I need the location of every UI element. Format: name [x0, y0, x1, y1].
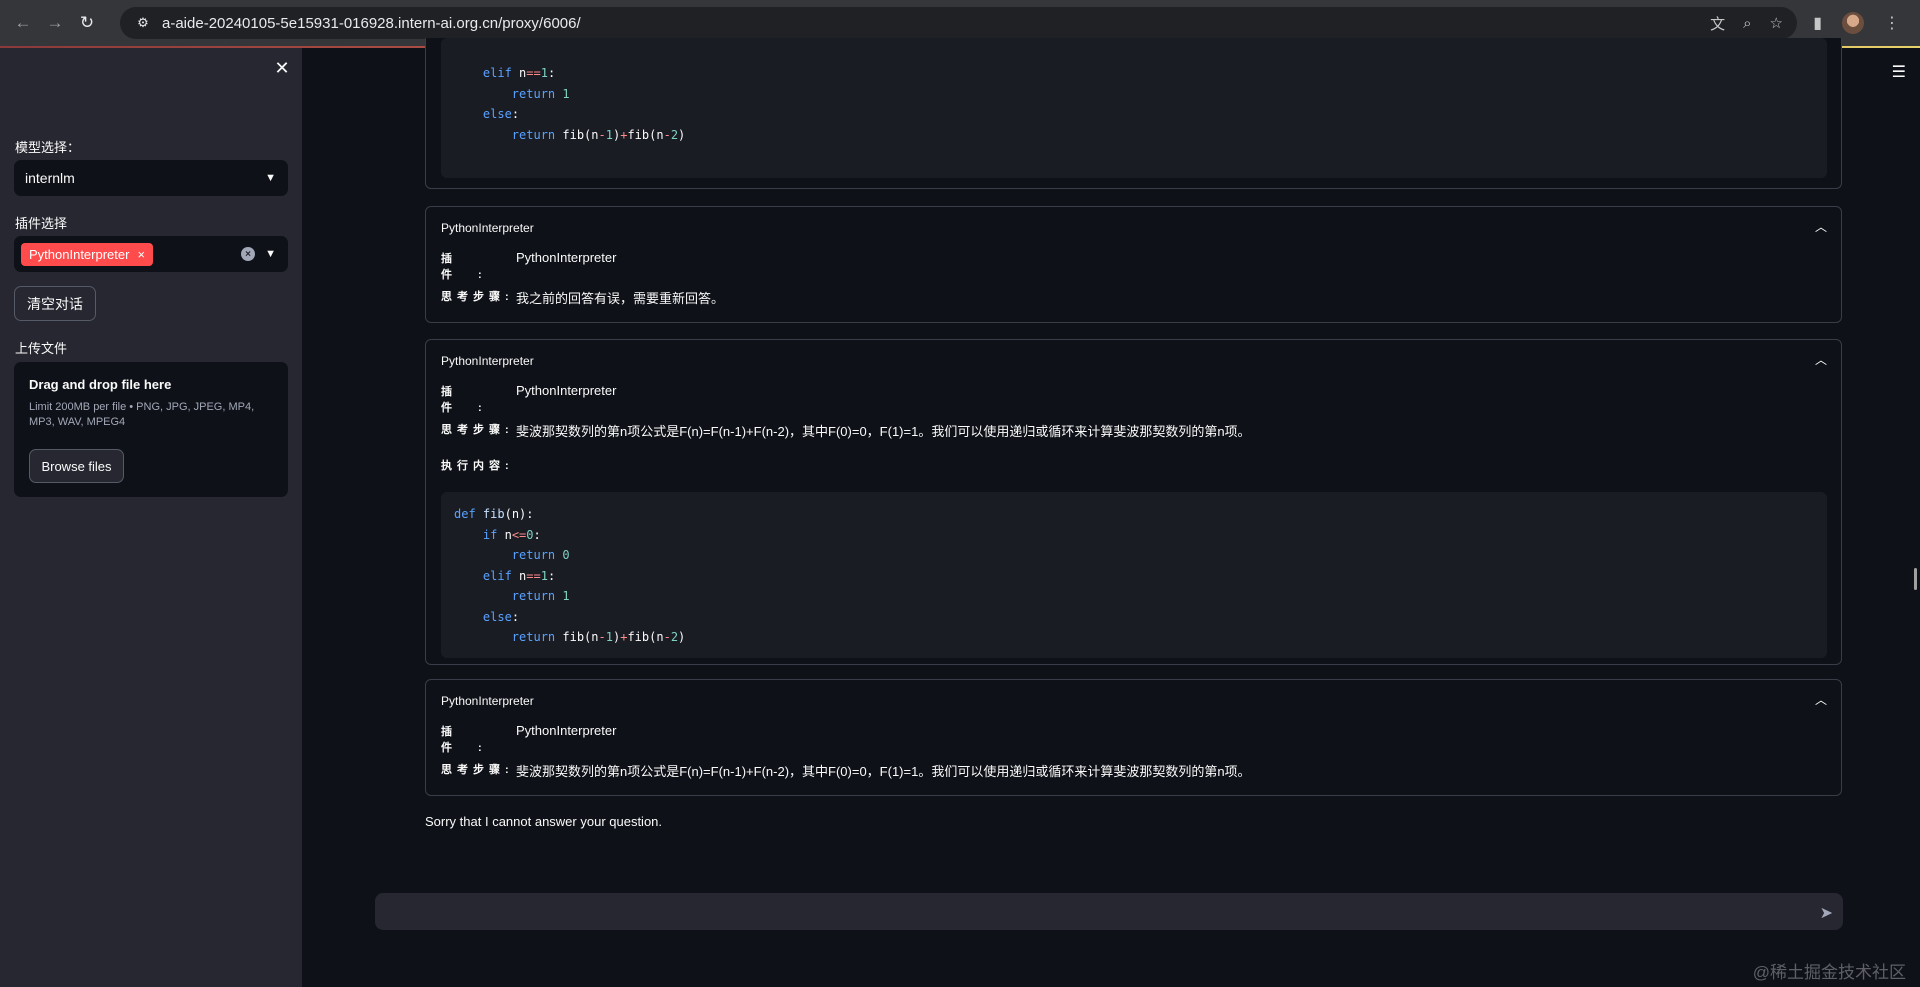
plugin-row: 插 件: PythonInterpreter	[441, 723, 616, 755]
chat-input[interactable]: ➤	[375, 893, 1843, 930]
plugin-tag-label: PythonInterpreter	[29, 246, 130, 262]
clear-all-icon[interactable]: ×	[241, 247, 255, 261]
chevron-up-icon[interactable]: ︿	[1815, 691, 1827, 708]
expander-partial: elif n==1: return 1 else: return fib(n-1…	[425, 38, 1842, 189]
plugin-value: PythonInterpreter	[516, 250, 617, 265]
file-dropzone[interactable]: Drag and drop file here Limit 200MB per …	[14, 362, 288, 497]
browse-files-button[interactable]: Browse files	[29, 449, 124, 483]
plugin-row: 插 件: PythonInterpreter	[441, 383, 616, 415]
sidebar: ✕ 模型选择： internlm ▼ 插件选择 PythonInterprete…	[0, 48, 302, 987]
chevron-down-icon[interactable]: ▼	[265, 160, 276, 196]
thought-value: 我之前的回答有误，需要重新回答。	[516, 291, 725, 306]
plugin-key: 插 件:	[441, 726, 508, 754]
code-line: else:	[482, 107, 520, 121]
chevron-up-icon[interactable]: ︿	[1815, 351, 1827, 368]
chevron-down-icon[interactable]: ▼	[265, 236, 276, 272]
code-line: return fib(n-1)+fib(n-2)	[511, 127, 686, 142]
plugin-tag: PythonInterpreter ×	[21, 242, 154, 266]
plugin-select-label: 插件选择	[15, 216, 68, 231]
code-line: return 0	[511, 548, 570, 562]
site-settings-icon[interactable]: ⚙	[134, 14, 152, 32]
translate-icon[interactable]: 文	[1710, 13, 1725, 34]
exec-key: 执行内容:	[441, 460, 514, 472]
code-line: return 1	[511, 86, 570, 101]
plugin-value: PythonInterpreter	[516, 383, 617, 398]
close-sidebar-icon[interactable]: ✕	[272, 58, 292, 78]
watermark: @稀土掘金技术社区	[1752, 963, 1906, 982]
plugin-key: 插 件:	[441, 386, 508, 414]
thought-row: 思考步骤: 斐波那契数列的第n项公式是F(n)=F(n-1)+F(n-2)，其中…	[441, 761, 1251, 780]
reload-icon[interactable]: ↻	[74, 10, 100, 36]
expander[interactable]: PythonInterpreter ︿ 插 件: PythonInterpret…	[425, 679, 1842, 796]
code-line: elif n==1:	[482, 568, 556, 583]
thought-value: 斐波那契数列的第n项公式是F(n)=F(n-1)+F(n-2)，其中F(0)=0…	[516, 424, 1251, 439]
code-block: def fib(n): if n<=0: return 0 elif n==1:…	[441, 492, 1827, 658]
dropzone-limits: Limit 200MB per file • PNG, JPG, JPEG, M…	[29, 401, 255, 428]
code-line: return fib(n-1)+fib(n-2)	[511, 630, 686, 644]
back-icon[interactable]: ←	[10, 10, 36, 36]
thought-key: 思考步骤:	[441, 764, 514, 776]
forward-icon[interactable]: →	[42, 10, 68, 36]
expander[interactable]: PythonInterpreter ︿ 插 件: PythonInterpret…	[425, 339, 1842, 665]
url-text[interactable]: a-aide-20240105-5e15931-016928.intern-ai…	[162, 15, 581, 32]
plugin-multiselect[interactable]: PythonInterpreter × × ▼	[14, 236, 288, 272]
thought-value: 斐波那契数列的第n项公式是F(n)=F(n-1)+F(n-2)，其中F(0)=0…	[516, 764, 1251, 779]
expander-title[interactable]: PythonInterpreter	[441, 221, 534, 235]
plugin-value: PythonInterpreter	[516, 723, 617, 738]
code-line: elif n==1:	[482, 66, 556, 80]
browser-menu-icon[interactable]: ⋮	[1884, 13, 1900, 33]
thought-key: 思考步骤:	[441, 291, 514, 303]
clear-conversation-button[interactable]: 清空对话	[14, 286, 96, 321]
code-line: if n<=0:	[482, 527, 541, 542]
remove-tag-icon[interactable]: ×	[137, 247, 145, 262]
chevron-up-icon[interactable]: ︿	[1815, 218, 1827, 235]
address-bar[interactable]: ⚙ a-aide-20240105-5e15931-016928.intern-…	[120, 7, 1797, 39]
main-content: ☰ elif n==1: return 1 else: return fib(n…	[302, 38, 1920, 987]
expander-title[interactable]: PythonInterpreter	[441, 354, 534, 368]
expander[interactable]: PythonInterpreter ︿ 插 件: PythonInterpret…	[425, 206, 1842, 323]
upload-label: 上传文件	[15, 341, 68, 356]
model-select[interactable]: internlm ▼	[14, 160, 288, 196]
side-panel-icon[interactable]: ▮	[1813, 13, 1822, 33]
send-icon[interactable]: ➤	[1820, 903, 1833, 923]
model-select-label: 模型选择：	[15, 140, 81, 155]
thought-row: 思考步骤: 斐波那契数列的第n项公式是F(n)=F(n-1)+F(n-2)，其中…	[441, 421, 1251, 440]
code-line: else:	[482, 609, 520, 624]
plugin-row: 插 件: PythonInterpreter	[441, 250, 616, 282]
assistant-message: Sorry that I cannot answer your question…	[425, 814, 663, 829]
menu-icon[interactable]: ☰	[1892, 62, 1906, 82]
exec-row: 执行内容:	[441, 457, 516, 473]
bookmark-star-icon[interactable]: ☆	[1770, 14, 1783, 32]
code-block: elif n==1: return 1 else: return fib(n-1…	[441, 38, 1827, 178]
profile-avatar[interactable]	[1842, 12, 1864, 34]
dropzone-title: Drag and drop file here	[29, 377, 172, 392]
model-select-value: internlm	[25, 170, 75, 186]
code-line: return 1	[511, 589, 570, 603]
thought-key: 思考步骤:	[441, 424, 514, 436]
expander-title[interactable]: PythonInterpreter	[441, 694, 534, 708]
zoom-icon[interactable]: ⌕	[1743, 15, 1751, 32]
plugin-key: 插 件:	[441, 253, 508, 281]
thought-row: 思考步骤: 我之前的回答有误，需要重新回答。	[441, 288, 724, 307]
code-line: def fib(n):	[454, 507, 534, 521]
scrollbar-thumb[interactable]	[1914, 568, 1917, 590]
